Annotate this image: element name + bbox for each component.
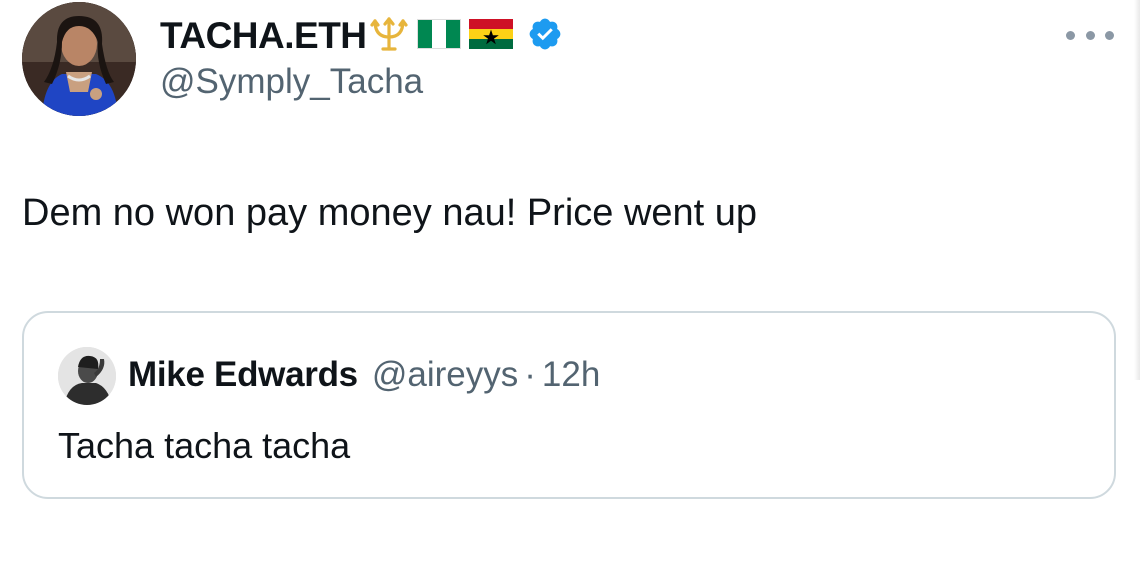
quoted-author-avatar[interactable] [58,347,116,405]
more-options-button[interactable] [1066,24,1114,46]
quoted-tweet-text: Tacha tacha tacha [58,425,351,466]
author-avatar[interactable] [22,2,136,116]
author-display-name[interactable]: TACHA.ETH [160,15,367,57]
quoted-tweet-timestamp[interactable]: 12h [542,355,600,395]
nigeria-flag-icon [416,18,461,54]
quoted-tweet-header: Mike Edwards @aireyys · 12h [128,355,600,395]
verified-icon [527,16,563,57]
scrollbar-edge [1134,0,1140,380]
more-options-icon-dot [1085,30,1095,40]
separator-dot: · [524,355,536,394]
tweet: TACHA.ETH @Symply_Tacha Dem no won pay m… [0,0,1140,567]
quoted-author-name[interactable]: Mike Edwards [128,355,358,395]
trident-icon [369,13,409,58]
quoted-tweet-card[interactable]: Mike Edwards @aireyys · 12h Tacha tacha … [22,311,1116,499]
tweet-text: Dem no won pay money nau! Price went up [22,192,758,234]
ghana-flag-icon [468,18,513,54]
quoted-author-handle[interactable]: @aireyys [372,355,518,395]
more-options-icon [1066,30,1075,40]
more-options-icon-dot [1105,30,1114,40]
author-handle[interactable]: @Symply_Tacha [160,62,423,102]
author-name-row: TACHA.ETH [160,12,563,60]
